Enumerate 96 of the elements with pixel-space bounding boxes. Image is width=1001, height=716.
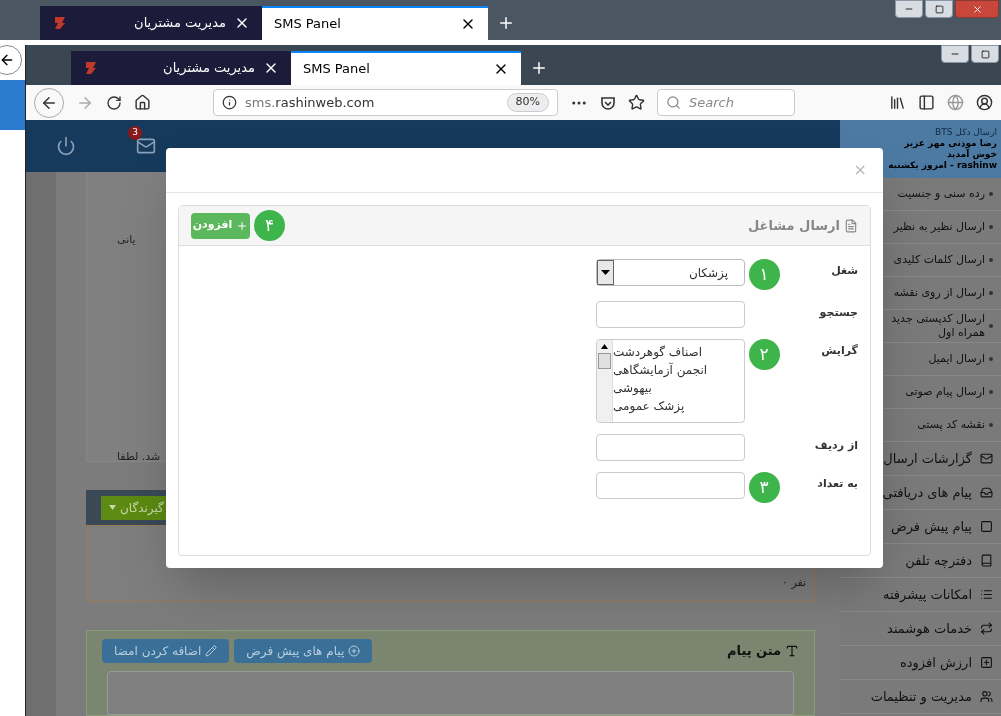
arrows-icon <box>980 622 993 635</box>
sidebar-item[interactable]: امکانات پیشرفته <box>840 578 1001 612</box>
input-field[interactable] <box>596 434 745 461</box>
minimize-button[interactable] <box>941 45 969 63</box>
info-icon[interactable] <box>222 95 237 110</box>
new-tab-icon[interactable] <box>530 59 548 77</box>
sidebar-subitem[interactable]: ارسال پیام صوتی <box>905 385 985 399</box>
text-fragment: یانی <box>117 232 137 248</box>
sidebar-item[interactable]: مدیریت و تنظیمات <box>840 680 1001 714</box>
bullet-icon <box>989 291 993 295</box>
maximize-button[interactable] <box>971 45 999 63</box>
bullet-icon <box>989 258 993 262</box>
browser-tab[interactable]: مدیریت مشتریان <box>71 51 291 85</box>
sidebar-subitem[interactable]: ارسال از روی نقشه <box>893 286 985 300</box>
search-field[interactable]: Search <box>657 89 795 116</box>
maximize-icon[interactable] <box>980 49 990 59</box>
maximize-icon[interactable] <box>934 4 944 14</box>
zoom-level[interactable]: 80% <box>506 93 549 112</box>
minimize-button[interactable] <box>895 0 923 18</box>
greeting: رضا موذنی مهر عزیز خوش آمدید <box>903 138 997 160</box>
bullet-icon <box>989 423 993 427</box>
plus-circle-icon <box>348 645 361 657</box>
sidebar-subitem[interactable]: رده سنی و جنسیت <box>897 187 985 201</box>
envelope-icon <box>980 452 993 465</box>
sidebar-item[interactable]: خدمات هوشمند <box>840 612 1001 646</box>
select-field[interactable]: پزشکان <box>596 259 745 286</box>
users-icon <box>980 690 993 703</box>
scrollbar[interactable] <box>597 340 613 422</box>
document-icon <box>844 218 858 233</box>
listbox[interactable]: اصناف گوهردشت انجمن آزمایشگاهی بیهوشی پزشک عمومی <box>596 339 745 423</box>
caret-icon <box>109 505 116 510</box>
browser-tab[interactable]: SMS Panel <box>291 51 521 85</box>
logo-icon <box>52 15 68 31</box>
bullet-icon <box>989 357 993 361</box>
sidebar-subitem[interactable]: ارسال نظیر به نظیر <box>893 220 985 234</box>
square-icon <box>980 520 993 533</box>
message-title: متن پیام <box>727 641 800 661</box>
search-icon <box>666 95 681 110</box>
bullet-icon <box>989 390 993 394</box>
power-icon[interactable] <box>56 136 76 156</box>
pocket-icon[interactable] <box>600 94 616 111</box>
text-fragment: شد. لطفا <box>117 448 162 465</box>
library-icon[interactable] <box>889 94 906 111</box>
new-tab-icon[interactable] <box>497 14 515 32</box>
bookmark-star-icon[interactable] <box>628 94 645 111</box>
list-option[interactable]: پزشک عمومی <box>613 398 685 414</box>
scroll-thumb[interactable] <box>598 353 611 369</box>
page-edge-strip <box>0 80 25 130</box>
plus-icon <box>980 656 993 669</box>
account-icon[interactable] <box>976 94 993 111</box>
sidebar-subitem[interactable]: ارسال کدپستی جدید همراه اول <box>884 312 985 340</box>
number-badge: ۴ <box>254 210 285 241</box>
inbox-icon <box>980 486 993 499</box>
list-option[interactable]: اصناف گوهردشت <box>613 344 703 360</box>
message-action-button[interactable]: پیام های پیش فرض <box>234 639 373 663</box>
sidebar-icon[interactable] <box>918 94 935 111</box>
field-label: شغل <box>830 263 858 279</box>
reload-icon[interactable] <box>106 94 122 111</box>
address-bar[interactable]: sms.rashinweb.com 80% <box>213 89 558 116</box>
sidebar-subitem[interactable]: ارسال کلمات کلیدی <box>893 253 985 267</box>
mail-icon[interactable] <box>136 136 156 156</box>
browser-tab[interactable]: مدیریت مشتریان <box>40 6 262 40</box>
sidebar-subitem[interactable]: ارسال ایمیل <box>928 352 985 366</box>
list-icon <box>980 588 993 601</box>
field-label: گرایش <box>820 343 858 359</box>
panel-title: ارسال مشاغل <box>747 215 858 236</box>
bullet-icon <box>989 324 993 328</box>
globe-icon[interactable] <box>947 94 964 111</box>
back-button[interactable] <box>0 45 22 75</box>
sidebar-link[interactable]: ارسال دکل BTS <box>884 127 997 138</box>
notification-badge: 3 <box>128 126 142 140</box>
input-field[interactable] <box>596 472 745 499</box>
logo-icon <box>83 60 99 76</box>
book-icon <box>980 554 993 567</box>
list-option[interactable]: بیهوشی <box>613 380 652 396</box>
sidebar-subitem[interactable]: نقشه کد پستی <box>917 418 985 432</box>
close-icon[interactable] <box>971 3 983 15</box>
browser-tab[interactable]: SMS Panel <box>262 6 488 40</box>
home-icon[interactable] <box>134 94 151 111</box>
bullet-icon <box>989 192 993 196</box>
input-field[interactable] <box>596 301 745 328</box>
date-text: rashinw - امروز یکشنبه <box>887 160 997 171</box>
number-badge: ۳ <box>748 472 780 503</box>
message-action-button[interactable]: اضافه کردن امضا <box>102 639 230 663</box>
number-badge: ۲ <box>748 339 780 370</box>
text-icon <box>785 644 800 658</box>
list-option[interactable]: انجمن آزمایشگاهی <box>613 362 708 378</box>
field-label: جستجو <box>818 305 858 321</box>
number-badge: ۱ <box>748 259 780 290</box>
plus-icon <box>236 219 249 232</box>
bullet-icon <box>989 225 993 229</box>
scroll-up-icon[interactable] <box>601 344 608 349</box>
sidebar-item[interactable]: ارزش افزوده <box>840 646 1001 680</box>
pencil-icon <box>205 645 218 657</box>
add-button[interactable]: افزودن <box>191 212 250 239</box>
maximize-button[interactable] <box>925 0 953 18</box>
